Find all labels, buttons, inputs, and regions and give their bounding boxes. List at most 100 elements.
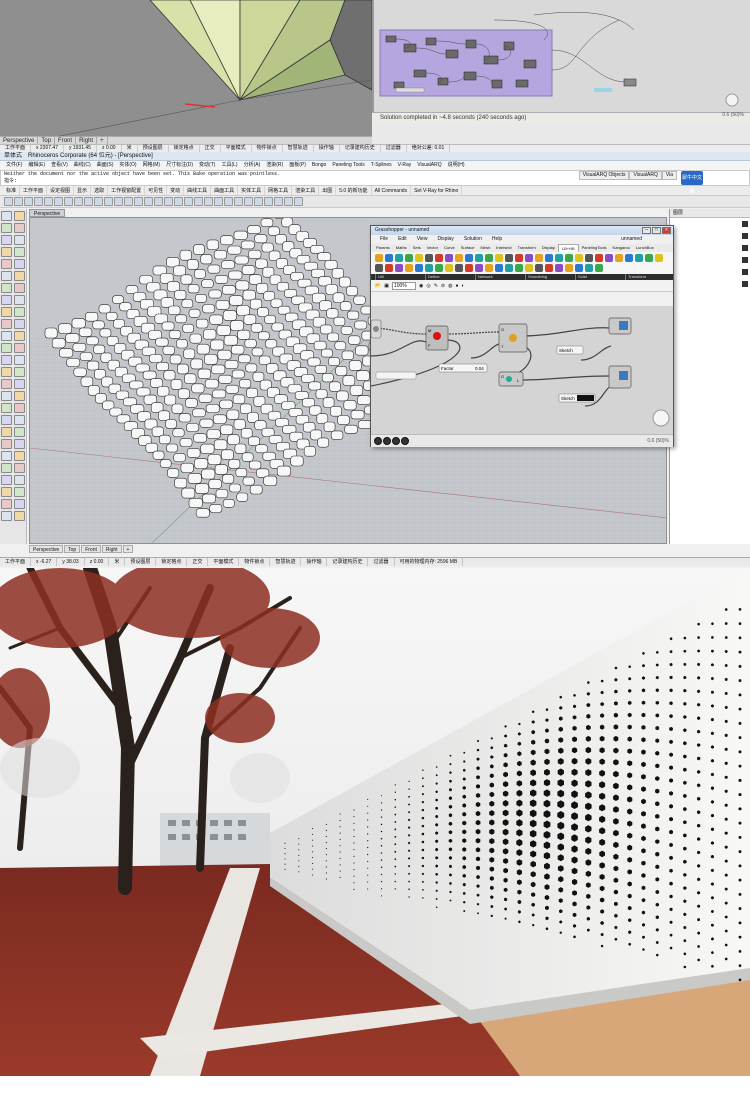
- tool-button[interactable]: [1, 211, 12, 221]
- toolbar-button[interactable]: [94, 197, 103, 206]
- gh-component-icon[interactable]: [635, 254, 643, 262]
- gh-component-icon[interactable]: [615, 254, 623, 262]
- status-planar[interactable]: 平面模式: [221, 145, 252, 152]
- tool-button[interactable]: [14, 235, 25, 245]
- gh-component-icon[interactable]: [385, 264, 393, 272]
- save-icon[interactable]: ▣: [384, 283, 389, 289]
- gh-category[interactable]: Network: [475, 274, 523, 280]
- gh-status-icon[interactable]: [392, 437, 400, 445]
- menu-curve[interactable]: 曲线(C): [71, 161, 94, 170]
- menu-mesh[interactable]: 网格(M): [140, 161, 164, 170]
- gh-tab[interactable]: PanelingTools: [579, 244, 610, 252]
- tool-button[interactable]: [1, 223, 12, 233]
- tool-button[interactable]: [14, 343, 25, 353]
- gh-category[interactable]: Util: [375, 274, 423, 280]
- status-layer[interactable]: 预设图层: [138, 145, 169, 152]
- menu-tsplines[interactable]: T-Splines: [368, 161, 395, 170]
- gh-component-icon[interactable]: [465, 254, 473, 262]
- toolbar-tab[interactable]: 设定视图: [47, 186, 75, 195]
- grasshopper-window[interactable]: Grasshopper - unnamed – □ × File Edit Vi…: [370, 225, 674, 447]
- gh-zoom-select[interactable]: 100%: [391, 281, 416, 290]
- tool-button[interactable]: [1, 367, 12, 377]
- menu-view[interactable]: 查看(V): [48, 161, 71, 170]
- gh-component-icon[interactable]: [475, 254, 483, 262]
- menu-panels[interactable]: 面板(P): [286, 161, 309, 170]
- tool-button[interactable]: [1, 415, 12, 425]
- gh-menu-display[interactable]: Display: [432, 235, 458, 244]
- tool-button[interactable]: [14, 259, 25, 269]
- gh-component-icon[interactable]: [555, 254, 563, 262]
- gh-component-icon[interactable]: [515, 264, 523, 272]
- gh-tab[interactable]: Transform: [515, 244, 539, 252]
- gh-component-icon[interactable]: [495, 254, 503, 262]
- toolbar-tab[interactable]: 实体工具: [238, 186, 266, 195]
- toolbar-button[interactable]: [54, 197, 63, 206]
- toolbar-tab[interactable]: 曲面工具: [211, 186, 239, 195]
- gh-menu-solution[interactable]: Solution: [459, 235, 487, 244]
- gh-component-icon[interactable]: [565, 254, 573, 262]
- toolbar-tab[interactable]: 可见性: [145, 186, 168, 195]
- tool-button[interactable]: [14, 439, 25, 449]
- gh-document-name[interactable]: unnamed: [616, 235, 647, 244]
- gh-component-icon[interactable]: [485, 264, 493, 272]
- gh-menu-view[interactable]: View: [412, 235, 433, 244]
- gh-tab[interactable]: Curve: [441, 244, 458, 252]
- toolbar-button[interactable]: [284, 197, 293, 206]
- tool-button[interactable]: [1, 331, 12, 341]
- close-button[interactable]: ×: [662, 227, 671, 234]
- toolbar-tab[interactable]: 标准: [3, 186, 21, 195]
- menu-panelingtools[interactable]: Paneling Tools: [329, 161, 367, 170]
- tool-button[interactable]: [14, 391, 25, 401]
- status-gumball[interactable]: 操作轴: [314, 145, 340, 152]
- menu-surface[interactable]: 曲面(S): [94, 161, 117, 170]
- gh-canvas[interactable]: M F Factor 0.04 G T G L Sketch Sketch: [371, 306, 673, 434]
- tool-button[interactable]: [1, 307, 12, 317]
- menu-tools[interactable]: 工具(L): [218, 161, 240, 170]
- tool-button[interactable]: [1, 283, 12, 293]
- preview-shaded-icon[interactable]: ●: [456, 283, 459, 289]
- toolbar-tab[interactable]: 选取: [91, 186, 109, 195]
- toolbar-button[interactable]: [274, 197, 283, 206]
- preview-wire-icon[interactable]: ◍: [448, 283, 452, 289]
- gh-component-icon[interactable]: [535, 264, 543, 272]
- status-planar[interactable]: 平面模式: [208, 558, 240, 566]
- gh-component-icon[interactable]: [435, 254, 443, 262]
- gh-tab[interactable]: LunchBox: [633, 244, 657, 252]
- status-filter[interactable]: 过滤器: [368, 558, 395, 566]
- panel-icon[interactable]: [742, 281, 748, 287]
- gh-component-icon[interactable]: [605, 254, 613, 262]
- viewport-tab[interactable]: Right: [101, 545, 122, 553]
- tool-button[interactable]: [1, 391, 12, 401]
- tool-button[interactable]: [14, 427, 25, 437]
- gh-category[interactable]: Define: [425, 274, 473, 280]
- gh-component-icon[interactable]: [545, 254, 553, 262]
- viewport-tab[interactable]: Perspective: [29, 545, 64, 553]
- tab-via[interactable]: Via: [661, 171, 677, 180]
- toolbar-button[interactable]: [74, 197, 83, 206]
- tool-button[interactable]: [1, 247, 12, 257]
- viewport-tab[interactable]: Front: [81, 545, 101, 553]
- panel-icon[interactable]: [742, 269, 748, 275]
- gh-component-icon[interactable]: [505, 264, 513, 272]
- tool-button[interactable]: [14, 283, 25, 293]
- gh-component-icon[interactable]: [645, 254, 653, 262]
- gh-component-icon[interactable]: [585, 264, 593, 272]
- menu-bongo[interactable]: Bongo: [309, 161, 329, 170]
- preview-selected-icon[interactable]: ◐: [462, 283, 465, 289]
- toolbar-button[interactable]: [214, 197, 223, 206]
- gh-component-icon[interactable]: [435, 264, 443, 272]
- gh-component-icon[interactable]: [415, 254, 423, 262]
- gh-component-icon[interactable]: [585, 254, 593, 262]
- tool-button[interactable]: [1, 271, 12, 281]
- gh-component-icon[interactable]: [395, 264, 403, 272]
- tool-button[interactable]: [14, 415, 25, 425]
- tool-button[interactable]: [1, 355, 12, 365]
- toolbar-button[interactable]: [34, 197, 43, 206]
- gh-component-icon[interactable]: [375, 254, 383, 262]
- menu-file[interactable]: 文件(F): [3, 161, 25, 170]
- viewport-tab[interactable]: Top: [64, 545, 81, 553]
- grasshopper-canvas-crop[interactable]: [372, 0, 750, 122]
- gh-tab[interactable]: Kangaroo: [610, 244, 633, 252]
- toolbar-button[interactable]: [194, 197, 203, 206]
- gh-tab-active[interactable]: LB+HB: [557, 244, 579, 252]
